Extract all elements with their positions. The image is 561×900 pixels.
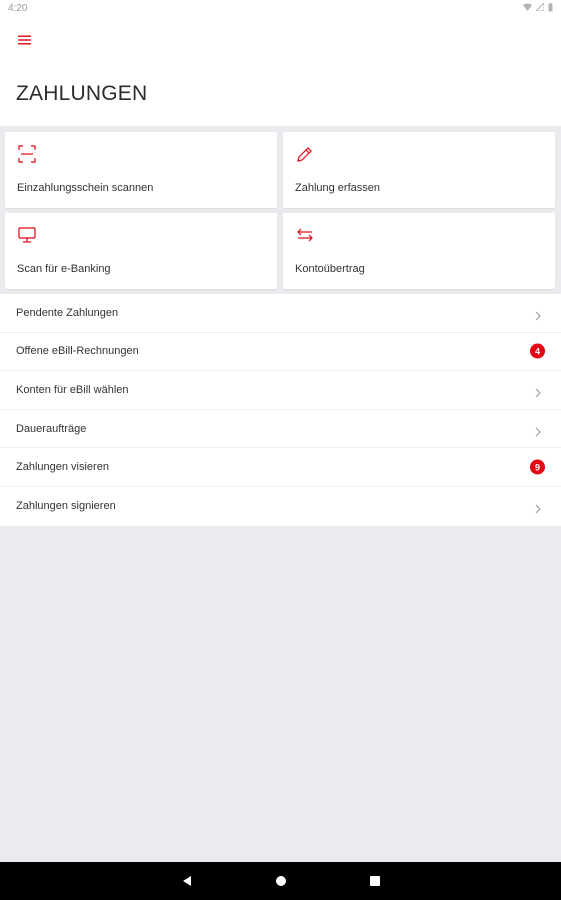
status-bar: 4:20 — [0, 0, 561, 16]
count-badge: 9 — [530, 459, 545, 475]
app-header: ZAHLUNGEN — [0, 16, 561, 126]
tile-label: Zahlung erfassen — [295, 182, 380, 194]
chevron-right-icon — [533, 308, 543, 321]
list-item-label: Zahlungen signieren — [16, 500, 116, 513]
tile-scan-payment-slip[interactable]: Einzahlungsschein scannen — [5, 132, 277, 208]
home-circle-icon[interactable] — [269, 869, 293, 893]
tile-label: Kontoübertrag — [295, 263, 365, 275]
tile-scan-ebanking[interactable]: Scan für e-Banking — [5, 213, 277, 289]
back-triangle-icon[interactable] — [175, 869, 199, 893]
tile-enter-payment[interactable]: Zahlung erfassen — [283, 132, 555, 208]
recents-square-icon[interactable] — [363, 869, 387, 893]
status-time: 4:20 — [8, 2, 28, 14]
chevron-right-icon — [533, 501, 543, 514]
list-item-label: Offene eBill-Rechnungen — [16, 345, 139, 358]
payment-menu-list: Pendente Zahlungen Offene eBill-Rechnung… — [0, 294, 561, 526]
list-item-standing-orders[interactable]: Daueraufträge — [0, 410, 561, 449]
signal-icon — [534, 1, 545, 13]
pencil-icon — [295, 144, 315, 164]
transfer-arrows-icon — [295, 225, 315, 245]
list-item-pending-payments[interactable]: Pendente Zahlungen — [0, 294, 561, 333]
list-item-label: Daueraufträge — [16, 422, 87, 435]
list-item-sign-payments[interactable]: Zahlungen signieren — [0, 487, 561, 526]
monitor-icon — [17, 225, 37, 245]
count-badge: 4 — [530, 343, 545, 359]
list-item-label: Konten für eBill wählen — [16, 383, 129, 396]
list-item-label: Zahlungen visieren — [16, 461, 109, 474]
chevron-right-icon — [533, 424, 543, 436]
status-icons — [523, 1, 553, 14]
list-item-ebill-accounts[interactable]: Konten für eBill wählen — [0, 371, 561, 410]
tile-account-transfer[interactable]: Kontoübertrag — [283, 213, 555, 289]
list-item-label: Pendente Zahlungen — [16, 306, 119, 319]
page-title: ZAHLUNGEN — [16, 82, 148, 105]
list-item-open-ebill-invoices[interactable]: Offene eBill-Rechnungen 4 — [0, 333, 561, 372]
hamburger-menu-icon[interactable] — [12, 28, 36, 52]
system-nav-bar — [0, 862, 561, 900]
quick-action-tiles: Einzahlungsschein scannen Zahlung erfass… — [0, 126, 561, 292]
scan-frame-icon — [17, 144, 37, 164]
list-item-approve-payments[interactable]: Zahlungen visieren 9 — [0, 448, 561, 487]
chevron-right-icon — [533, 385, 543, 398]
battery-icon — [548, 2, 553, 14]
wifi-icon — [523, 3, 532, 13]
tile-label: Scan für e-Banking — [17, 263, 111, 275]
tile-label: Einzahlungsschein scannen — [17, 182, 154, 194]
